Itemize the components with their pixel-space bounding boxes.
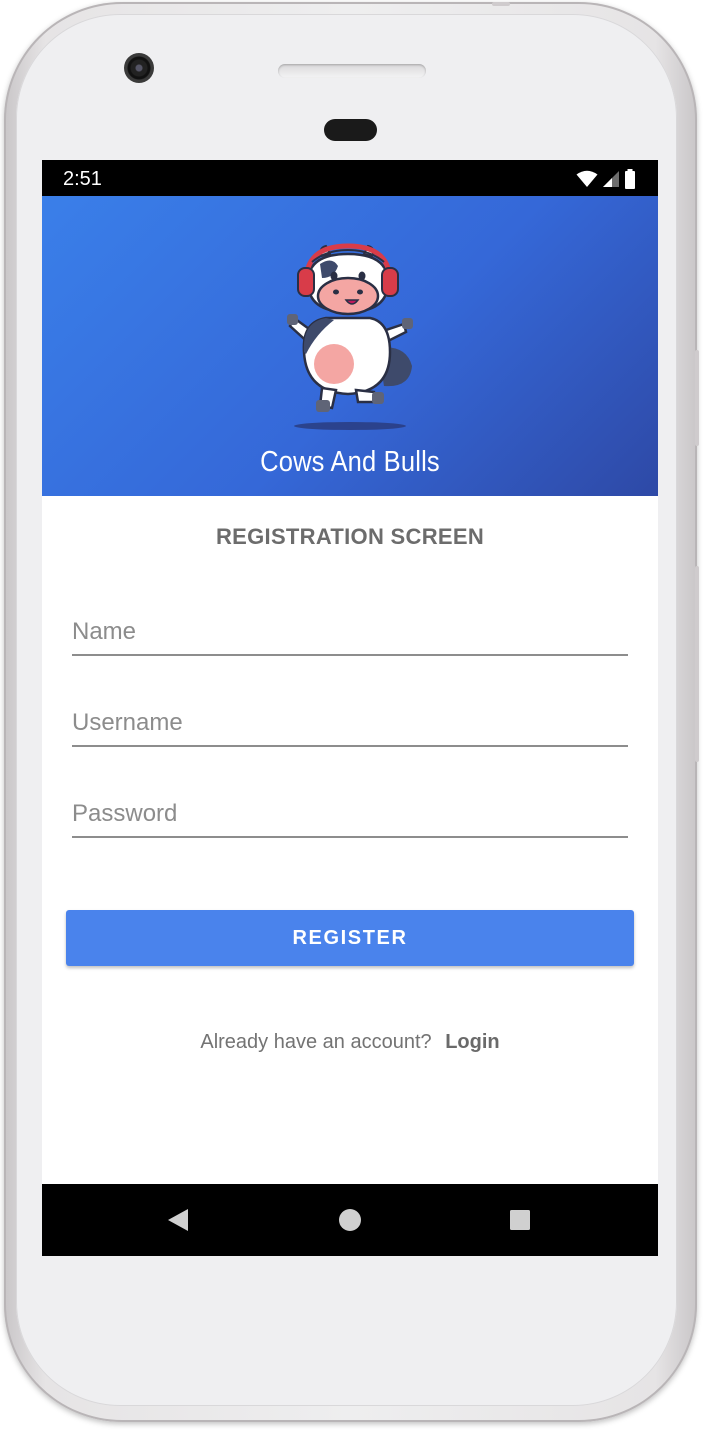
nav-home-button[interactable] [310,1184,390,1256]
wifi-icon [576,170,598,187]
login-prompt-row: Already have an account? Login [42,1031,658,1054]
app-header: Cows And Bulls [42,196,658,496]
app-title: Cows And Bulls [260,446,440,478]
password-input[interactable] [72,792,628,838]
power-button [695,350,699,446]
recents-icon [510,1210,530,1230]
cell-signal-icon [603,171,619,187]
status-bar: 2:51 [42,160,658,196]
cow-mascot-icon [287,243,413,430]
system-nav-bar [42,1184,658,1256]
volume-button [695,566,699,762]
status-time: 2:51 [63,168,102,190]
battery-icon [625,169,635,189]
login-link[interactable]: Login [445,1031,499,1053]
nav-back-button[interactable] [138,1184,218,1256]
proximity-sensor [324,119,377,141]
status-icons [576,169,636,189]
screen-title: REGISTRATION SCREEN [215,524,485,549]
back-icon [168,1209,188,1231]
app-screen: 2:51 Cows And Bulls REGISTRATION SCREEN … [42,160,658,1256]
earpiece-speaker [278,64,426,78]
login-prompt-text: Already have an account? [200,1031,432,1053]
name-input[interactable] [72,610,628,656]
home-icon [339,1209,361,1231]
register-button[interactable]: REGISTER [66,910,634,966]
username-input[interactable] [72,701,628,747]
nav-recents-button[interactable] [480,1184,560,1256]
front-camera [124,53,154,83]
device-mockup: 2:51 Cows And Bulls REGISTRATION SCREEN … [0,0,707,1440]
top-edge-mark [492,2,510,6]
